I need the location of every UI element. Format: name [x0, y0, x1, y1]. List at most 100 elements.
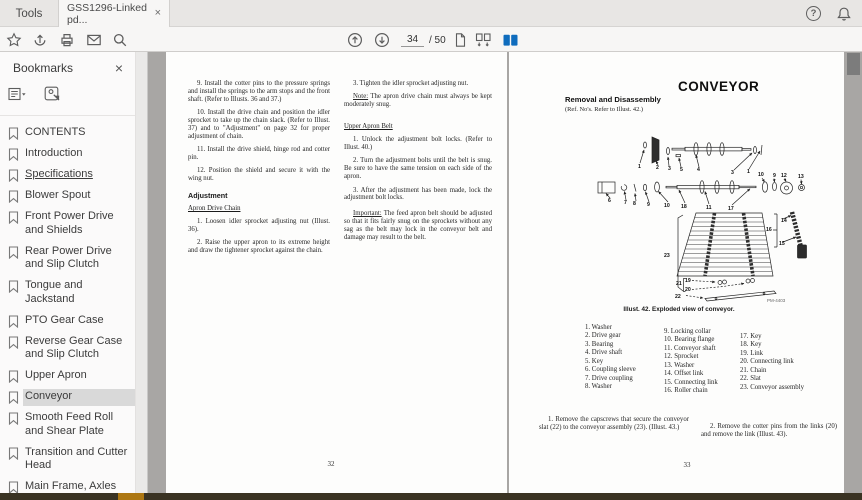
bookmark-item-smooth-feed-roll[interactable]: Smooth Feed Roll and Shear Plate — [8, 411, 133, 439]
parts-list-column-3: 17. Key 18. Key 19. Link 20. Connecting … — [740, 333, 804, 392]
removal-ref-note: (Ref. No's. Refer to Illust. 42.) — [565, 106, 643, 113]
bookmark-ribbon-icon — [8, 169, 19, 182]
paragraph: 12. Position the shield and secure it wi… — [188, 167, 330, 183]
bookmark-item-rear-power-drive[interactable]: Rear Power Drive and Slip Clutch — [8, 245, 133, 273]
single-page-view-icon[interactable] — [450, 30, 470, 49]
svg-text:20: 20 — [685, 287, 691, 293]
email-icon[interactable] — [84, 30, 104, 49]
svg-text:14: 14 — [781, 218, 787, 224]
bookmarks-list: CONTENTS Introduction Specifications Blo… — [0, 116, 135, 500]
bookmark-item-transition-cutter-head[interactable]: Transition and Cutter Head — [8, 446, 133, 474]
vertical-scrollbar-thumb[interactable] — [847, 53, 860, 75]
panel-close-icon[interactable]: × — [115, 61, 123, 75]
bookmark-ribbon-icon — [8, 370, 19, 383]
star-icon[interactable] — [4, 30, 24, 49]
svg-text:15: 15 — [779, 241, 785, 247]
help-icon[interactable]: ? — [806, 6, 821, 21]
share-upload-icon[interactable] — [30, 30, 50, 49]
bookmark-ribbon-icon — [8, 412, 19, 425]
bookmark-item-upper-apron[interactable]: Upper Apron — [8, 369, 133, 383]
bookmark-item-blower-spout[interactable]: Blower Spout — [8, 189, 133, 203]
manual-page-33: CONVEYOR Removal and Disassembly (Ref. N… — [509, 52, 844, 493]
bookmark-item-conveyor[interactable]: Conveyor — [8, 390, 133, 404]
paragraph: 1. Unlock the adjustment bolt locks. (Re… — [344, 136, 492, 152]
svg-text:3: 3 — [731, 170, 734, 176]
acrobat-window: { "colors": { "accent_blue": "#1473e6", … — [0, 0, 862, 500]
paragraph: 3. Tighten the idler sprocket adjusting … — [344, 80, 492, 88]
bookmarks-panel: Bookmarks × CONTENTS Introduction Specif… — [0, 52, 136, 493]
svg-text:4: 4 — [697, 167, 700, 173]
svg-text:1: 1 — [638, 164, 641, 170]
bookmark-item-tongue-jackstand[interactable]: Tongue and Jackstand — [8, 279, 133, 307]
bookmark-ribbon-icon — [8, 280, 19, 293]
svg-text:10: 10 — [664, 203, 670, 209]
new-bookmark-icon[interactable] — [44, 86, 62, 107]
bookmark-item-front-power-drive[interactable]: Front Power Drive and Shields — [8, 210, 133, 238]
bookmark-ribbon-icon — [8, 190, 19, 203]
tab-tools[interactable]: Tools — [0, 0, 58, 27]
part-item: 15. Connecting link — [664, 379, 718, 387]
part-item: 13. Washer — [664, 362, 718, 370]
print-icon[interactable] — [57, 30, 77, 49]
paragraph: 10. Install the drive chain and position… — [188, 109, 330, 141]
page-number-input[interactable] — [401, 32, 424, 47]
two-page-view-icon[interactable] — [500, 30, 520, 49]
panel-resize-gutter[interactable] — [136, 52, 148, 493]
bookmark-ribbon-icon — [8, 148, 19, 161]
part-item: 23. Conveyor assembly — [740, 384, 804, 392]
parts-list-column-1: 1. Washer 2. Drive gear 3. Bearing 4. Dr… — [585, 324, 636, 392]
removal-disassembly-heading: Removal and Disassembly — [565, 95, 661, 104]
part-item: 20. Connecting link — [740, 358, 804, 366]
part-item: 14. Offset link — [664, 370, 718, 378]
next-page-button[interactable] — [372, 30, 392, 49]
removal-step-1: 1. Remove the capscrews that secure the … — [539, 416, 689, 432]
tab-document[interactable]: GSS1296-Linked pd... × — [58, 0, 170, 27]
removal-step-2: 2. Remove the cotter pins from the links… — [701, 423, 837, 439]
tab-tools-label: Tools — [16, 8, 43, 20]
svg-text:6: 6 — [608, 198, 611, 204]
svg-text:9: 9 — [647, 202, 650, 208]
part-item: 8. Washer — [585, 383, 636, 391]
illustration-caption: Illust. 42. Exploded view of conveyor. — [589, 306, 769, 313]
bookmark-ribbon-icon — [8, 447, 19, 460]
bookmark-options-icon[interactable] — [8, 87, 27, 106]
tab-document-label: GSS1296-Linked pd... — [67, 2, 155, 26]
part-item: 4. Drive shaft — [585, 349, 636, 357]
page-number-32: 32 — [321, 460, 341, 468]
bookmark-ribbon-icon — [8, 211, 19, 224]
bookmark-item-pto-gear-case[interactable]: PTO Gear Case — [8, 314, 133, 328]
parts-list-column-2: 9. Locking collar 10. Bearing flange 11.… — [664, 328, 718, 396]
bookmark-item-introduction[interactable]: Introduction — [8, 147, 133, 161]
part-item: 17. Key — [740, 333, 804, 341]
important-paragraph: Important: The feed apron belt should be… — [344, 210, 492, 242]
svg-text:1: 1 — [747, 169, 750, 175]
bell-icon[interactable] — [836, 6, 852, 22]
svg-text:8: 8 — [633, 201, 636, 207]
page32-column-1: 9. Install the cotter pins to the pressu… — [188, 80, 330, 261]
part-item: 1. Washer — [585, 324, 636, 332]
bookmark-item-contents[interactable]: CONTENTS — [8, 126, 133, 140]
bookmark-item-specifications[interactable]: Specifications — [8, 168, 133, 182]
page-number-33: 33 — [677, 461, 697, 469]
heading-upper-apron-belt: Upper Apron Belt — [344, 123, 492, 130]
search-icon[interactable] — [110, 30, 130, 49]
svg-text:5: 5 — [680, 167, 683, 173]
tab-bar: Tools GSS1296-Linked pd... × ? — [0, 0, 862, 27]
part-item: 10. Bearing flange — [664, 336, 718, 344]
paragraph: 9. Install the cotter pins to the pressu… — [188, 80, 330, 104]
previous-page-button[interactable] — [345, 30, 365, 49]
tab-close-icon[interactable]: × — [155, 8, 161, 19]
paragraph: 3. After the adjustment has been made, l… — [344, 187, 492, 203]
note-paragraph: Note: The apron drive chain must always … — [344, 93, 492, 109]
bookmark-item-reverse-gear-case[interactable]: Reverse Gear Case and Slip Clutch — [8, 335, 133, 363]
svg-text:18: 18 — [681, 204, 687, 210]
heading-apron-drive-chain: Apron Drive Chain — [188, 205, 330, 212]
bookmarks-title: Bookmarks — [13, 61, 73, 75]
page-scrolling-icon[interactable] — [473, 30, 493, 49]
svg-text:7: 7 — [624, 200, 627, 206]
part-item: 6. Coupling sleeve — [585, 366, 636, 374]
svg-text:9: 9 — [773, 173, 776, 179]
part-item: 21. Chain — [740, 367, 804, 375]
toolbar: / 50 — [0, 27, 862, 52]
part-item: 2. Drive gear — [585, 332, 636, 340]
